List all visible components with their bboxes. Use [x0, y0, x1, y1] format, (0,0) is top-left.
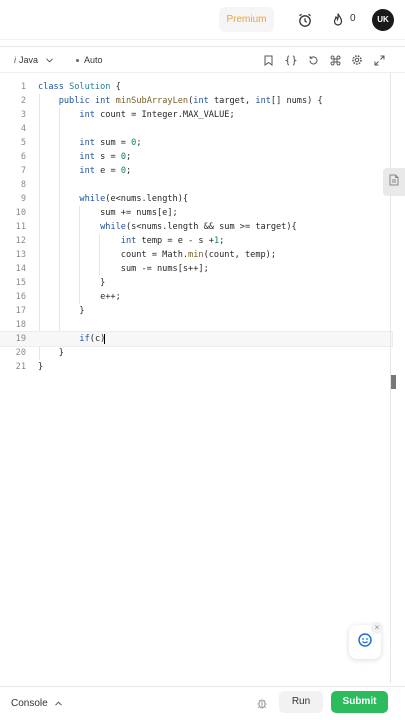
line-number: 8 [20, 180, 26, 190]
line-number: 2 [20, 96, 26, 106]
line-number: 5 [20, 138, 26, 148]
line-number: 10 [15, 208, 26, 218]
code-line-text: } [38, 306, 85, 316]
language-selector[interactable]: i Java [14, 55, 53, 65]
code-line-text: sum -= nums[s++]; [38, 264, 209, 274]
line-number: 21 [15, 362, 26, 372]
document-icon [389, 173, 399, 191]
submit-button[interactable]: Submit [331, 691, 388, 713]
top-navigation-bar: Premium 0 UK [0, 0, 405, 40]
language-icon: i [14, 55, 16, 65]
status-dot-icon [76, 58, 79, 62]
chat-assistant-icon [357, 632, 373, 653]
command-icon[interactable] [328, 53, 342, 67]
editor-toolbar: i Java Auto [0, 47, 405, 73]
reset-icon[interactable] [306, 53, 320, 67]
premium-button[interactable]: Premium [219, 7, 274, 32]
bottom-action-bar: Console Run Submit [0, 686, 405, 720]
code-line-text: } [38, 278, 106, 288]
code-line[interactable]: 11 while(s<nums.length && sum >= target)… [0, 220, 392, 234]
code-line[interactable]: 9 while(e<nums.length){ [0, 192, 392, 206]
code-line[interactable]: 12 int temp = e - s +1; [0, 234, 392, 248]
code-line[interactable]: 4 [0, 122, 392, 136]
close-icon[interactable]: × [371, 622, 383, 634]
streak-count: 0 [350, 13, 356, 24]
alarm-clock-icon[interactable] [295, 10, 315, 30]
line-number: 9 [20, 194, 26, 204]
code-line-text: } [38, 362, 44, 372]
code-line[interactable]: 14 sum -= nums[s++]; [0, 262, 392, 276]
user-avatar[interactable]: UK [372, 9, 394, 31]
code-line-text: if(c) [79, 333, 106, 344]
bug-icon[interactable] [255, 696, 269, 710]
line-number: 6 [20, 152, 26, 162]
code-line[interactable]: 7 int e = 0; [0, 164, 392, 178]
code-line[interactable]: 21} [0, 360, 392, 374]
code-line[interactable]: 16 e++; [0, 290, 392, 304]
line-number: 18 [15, 320, 26, 330]
code-line-text: int count = Integer.MAX_VALUE; [79, 110, 235, 120]
code-line[interactable]: 19 if(c) [0, 331, 393, 347]
braces-icon[interactable] [284, 53, 298, 67]
code-line-text: int temp = e - s +1; [120, 236, 225, 246]
code-line[interactable]: 13 count = Math.min(count, temp); [0, 248, 392, 262]
code-line-text: class Solution { [38, 82, 121, 92]
line-number: 14 [15, 264, 26, 274]
code-line[interactable]: 6 int s = 0; [0, 150, 392, 164]
code-line[interactable]: 17 } [0, 304, 392, 318]
code-line-text: e++; [38, 292, 121, 302]
auto-mode-label: Auto [84, 55, 103, 65]
code-line-text: int sum = 0; [79, 138, 142, 148]
line-number: 20 [15, 348, 26, 358]
line-number: 13 [15, 250, 26, 260]
line-number: 3 [20, 110, 26, 120]
line-number: 16 [15, 292, 26, 302]
code-line-text: int s = 0; [79, 152, 132, 162]
run-button[interactable]: Run [279, 691, 323, 713]
code-line-text: int e = 0; [79, 166, 132, 176]
console-toggle[interactable]: Console [11, 698, 63, 709]
code-line[interactable]: 1 class Solution { [0, 80, 392, 94]
bookmark-icon[interactable] [261, 53, 275, 67]
code-line-text: } [38, 348, 64, 358]
code-line[interactable]: 2 public int minSubArrayLen(int target, … [0, 94, 392, 108]
auto-mode-toggle[interactable]: Auto [76, 55, 103, 65]
code-line[interactable]: 10 sum += nums[e]; [0, 206, 392, 220]
line-number: 7 [20, 166, 26, 176]
code-line[interactable]: 3 int count = Integer.MAX_VALUE; [0, 108, 392, 122]
line-number: 19 [15, 334, 26, 344]
code-line-text: public int minSubArrayLen(int target, in… [58, 96, 323, 106]
settings-icon[interactable] [350, 53, 364, 67]
line-number: 12 [15, 236, 26, 246]
code-line-text: while(e<nums.length){ [79, 194, 189, 204]
code-line[interactable]: 20 } [0, 346, 392, 360]
console-label: Console [11, 698, 48, 709]
code-line[interactable]: 15 } [0, 276, 392, 290]
line-number: 17 [15, 306, 26, 316]
line-number: 4 [20, 124, 26, 134]
text-cursor [104, 333, 106, 344]
code-line-text: count = Math.min(count, temp); [38, 250, 277, 260]
scrollbar-cursor-marker [391, 375, 396, 389]
code-editor-panel: i Java Auto 1 class Solution {2 public … [0, 46, 405, 686]
expand-icon[interactable] [372, 53, 386, 67]
line-number: 11 [15, 222, 26, 232]
side-panel-toggle[interactable] [383, 168, 405, 196]
code-line-text: while(s<nums.length && sum >= target){ [100, 222, 297, 232]
line-number: 1 [20, 82, 26, 92]
code-line[interactable]: 18 [0, 318, 392, 332]
code-line[interactable]: 8 [0, 178, 392, 192]
line-number: 15 [15, 278, 26, 288]
flame-icon[interactable] [328, 10, 348, 30]
code-line-text: sum += nums[e]; [38, 208, 178, 218]
chevron-down-icon [46, 55, 53, 65]
code-line[interactable]: 5 int sum = 0; [0, 136, 392, 150]
code-area[interactable]: 1 class Solution { 2 public int minSubArra… [0, 80, 393, 374]
language-label: Java [19, 55, 39, 65]
chevron-up-icon [55, 698, 63, 708]
